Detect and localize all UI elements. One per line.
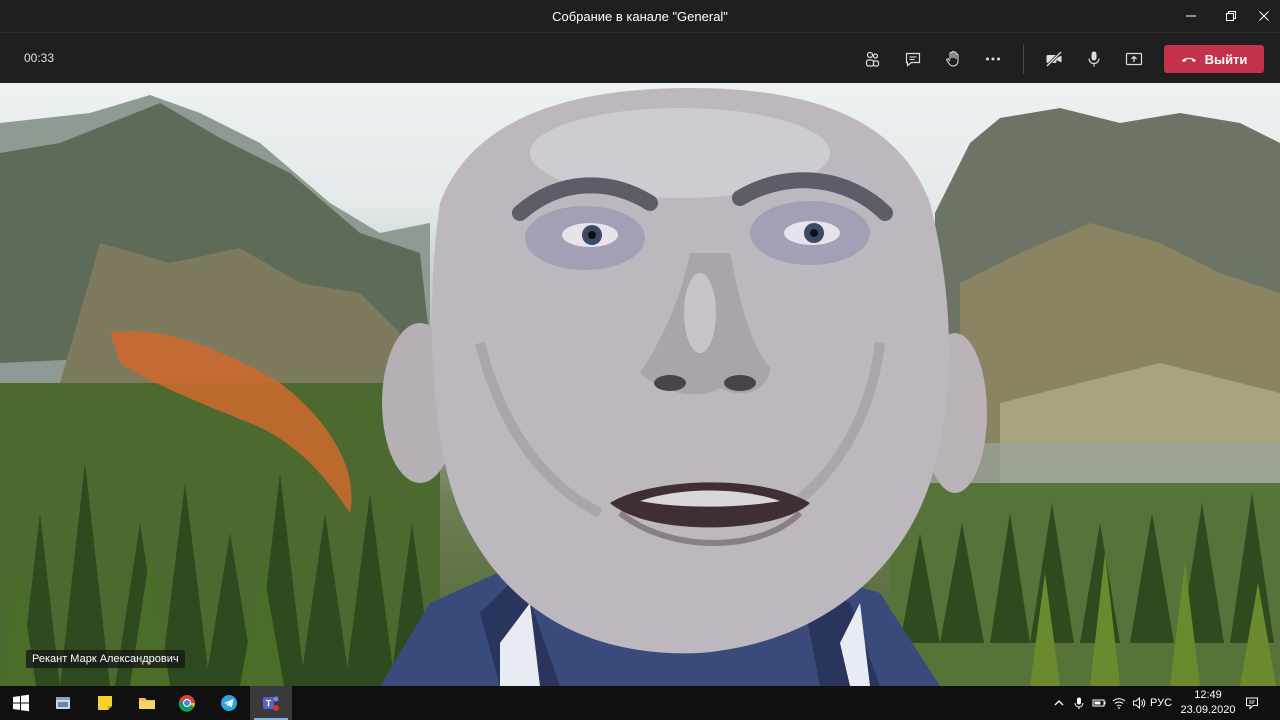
camera-toggle-button[interactable] [1040, 45, 1068, 73]
notifications-icon [1246, 697, 1258, 710]
restore-icon [1226, 11, 1236, 21]
chevron-up-icon [1054, 700, 1064, 706]
more-options-button[interactable] [979, 45, 1007, 73]
microphone-toggle-button[interactable] [1080, 45, 1108, 73]
chat-icon [905, 52, 921, 67]
wifi-icon [1112, 698, 1126, 709]
taskbar-app-file-explorer[interactable] [126, 686, 168, 720]
teams-icon: T [263, 696, 279, 711]
video-scene [0, 88, 1280, 686]
tray-battery[interactable] [1090, 686, 1108, 720]
share-screen-button[interactable] [1120, 45, 1148, 73]
hang-up-icon [1181, 57, 1196, 62]
tray-microphone[interactable] [1070, 686, 1088, 720]
speaker-icon [1133, 696, 1146, 710]
windows-start-icon [13, 694, 29, 712]
participants-icon [865, 51, 880, 67]
taskbar-app-sticky-notes[interactable] [84, 686, 126, 720]
toolbar-divider [1023, 44, 1024, 74]
battery-icon [1092, 699, 1106, 707]
svg-text:T: T [266, 699, 272, 709]
show-hidden-icons-button[interactable] [1050, 686, 1068, 720]
leave-button[interactable]: Выйти [1164, 45, 1264, 73]
start-button[interactable] [0, 686, 42, 720]
sticky-notes-icon [98, 696, 112, 710]
minimize-icon [1186, 15, 1196, 17]
tray-volume[interactable] [1130, 686, 1148, 720]
video-feed: Рекант Марк Александрович [0, 83, 1280, 686]
title-bar: Собрание в канале "General" [0, 0, 1280, 32]
microphone-icon [1074, 697, 1084, 709]
taskbar-clock[interactable]: 12:49 23.09.2020 [1178, 688, 1238, 718]
taskbar-app-teams[interactable]: T [250, 686, 292, 720]
microphone-icon [1088, 51, 1100, 67]
chat-button[interactable] [899, 45, 927, 73]
tray-wifi[interactable] [1110, 686, 1128, 720]
clock-time: 12:49 [1194, 689, 1222, 701]
window-title: Собрание в канале "General" [552, 9, 728, 24]
action-center-button[interactable] [1240, 686, 1264, 720]
close-icon [1259, 11, 1269, 21]
leave-label: Выйти [1204, 51, 1248, 67]
taskbar-app-file-manager[interactable] [42, 686, 84, 720]
raise-hand-icon [946, 50, 959, 67]
clock-date: 23.09.2020 [1180, 704, 1236, 716]
close-button[interactable] [1248, 0, 1280, 32]
call-timer: 00:33 [24, 51, 55, 65]
raise-hand-button[interactable] [939, 45, 967, 73]
file-manager-icon [56, 697, 70, 709]
telegram-icon [221, 695, 237, 711]
participant-name-tag: Рекант Марк Александрович [26, 650, 185, 668]
participants-button[interactable] [858, 45, 886, 73]
chrome-icon [178, 695, 196, 712]
share-screen-icon [1125, 52, 1143, 66]
taskbar-app-telegram[interactable] [208, 686, 250, 720]
taskbar-app-chrome[interactable] [166, 686, 208, 720]
meeting-toolbar: 00:33 Выйти [0, 32, 1280, 83]
file-explorer-icon [139, 698, 155, 709]
camera-off-icon [1045, 50, 1063, 68]
more-icon [986, 57, 1000, 61]
input-language-indicator[interactable]: РУС [1150, 697, 1172, 709]
windows-taskbar: T РУС 12:49 23.09.2020 [0, 686, 1280, 720]
